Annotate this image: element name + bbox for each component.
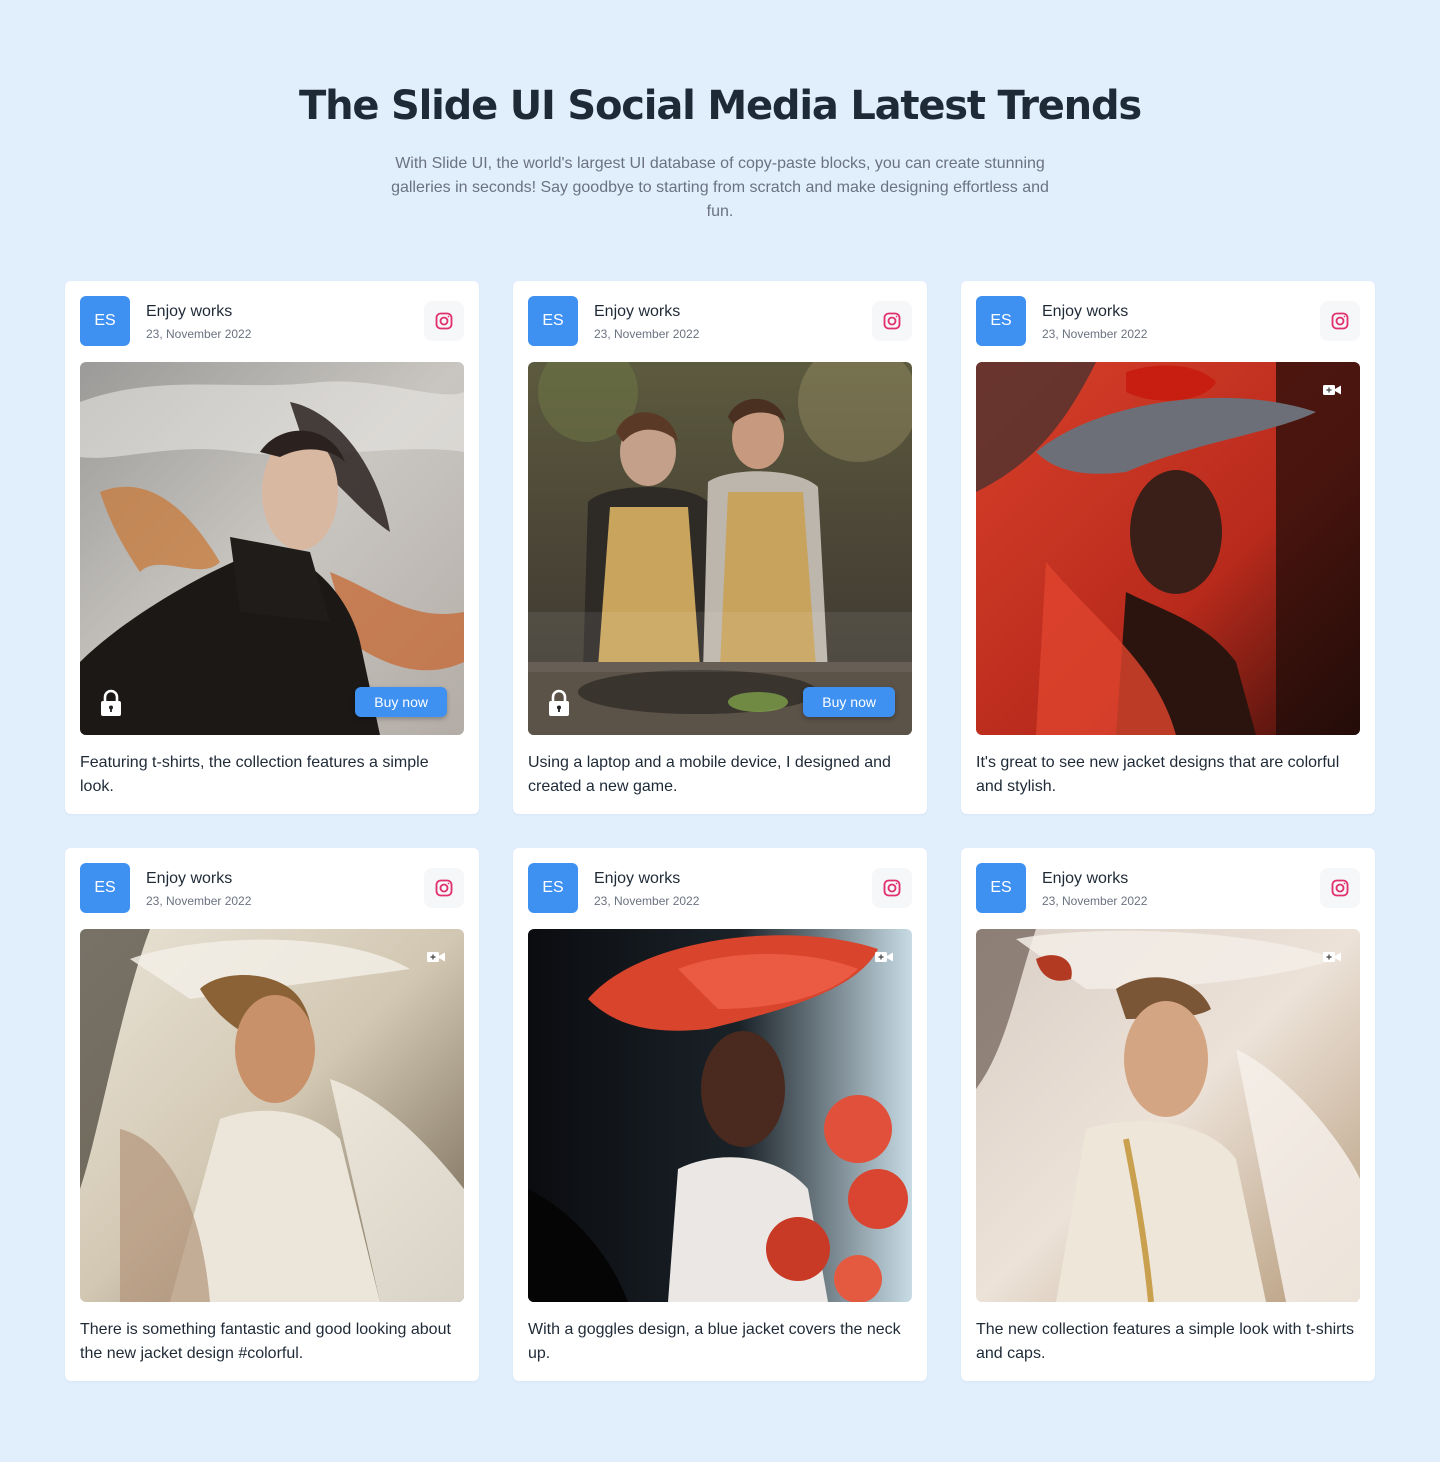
author-info: Enjoy works 23, November 2022 <box>594 302 872 341</box>
author-name[interactable]: Enjoy works <box>594 869 872 889</box>
page-title: The Slide UI Social Media Latest Trends <box>298 83 1142 129</box>
post-header: ES Enjoy works 23, November 2022 <box>80 863 464 913</box>
post-header: ES Enjoy works 23, November 2022 <box>80 296 464 346</box>
avatar[interactable]: ES <box>976 296 1026 346</box>
instagram-button[interactable] <box>1320 301 1360 341</box>
post-date: 23, November 2022 <box>1042 326 1148 341</box>
post-date: 23, November 2022 <box>146 326 252 341</box>
instagram-button[interactable] <box>424 868 464 908</box>
post-image[interactable]: Buy now <box>80 362 464 735</box>
photo-cooking-couple <box>528 362 912 735</box>
video-icon <box>1323 385 1341 395</box>
avatar[interactable]: ES <box>80 863 130 913</box>
page-description: With Slide UI, the world's largest UI da… <box>391 155 1049 220</box>
instagram-icon <box>883 879 901 897</box>
post-image[interactable] <box>80 929 464 1302</box>
post-caption: There is something fantastic and good lo… <box>80 1321 451 1362</box>
video-icon <box>1323 952 1341 962</box>
post-grid: ES Enjoy works 23, November 2022 Buy now… <box>65 281 1375 1381</box>
post-caption: It's great to see new jacket designs tha… <box>976 754 1340 795</box>
buy-now-button[interactable]: Buy now <box>355 687 447 717</box>
instagram-icon <box>435 312 453 330</box>
photo-woman-red-hat <box>976 362 1360 735</box>
photo-woman-roses <box>528 929 912 1302</box>
post-caption: Using a laptop and a mobile device, I de… <box>528 754 891 795</box>
photo-woman-white-veil <box>80 929 464 1302</box>
author-info: Enjoy works 23, November 2022 <box>1042 302 1320 341</box>
author-info: Enjoy works 23, November 2022 <box>146 302 424 341</box>
post-card: ES Enjoy works 23, November 2022 <box>65 281 479 814</box>
instagram-button[interactable] <box>424 301 464 341</box>
post-card: ES Enjoy works 23, November 2022 <box>961 281 1375 814</box>
instagram-icon <box>435 879 453 897</box>
post-header: ES Enjoy works 23, November 2022 <box>976 863 1360 913</box>
post-caption: With a goggles design, a blue jacket cov… <box>528 1321 901 1362</box>
author-name[interactable]: Enjoy works <box>1042 302 1320 322</box>
avatar[interactable]: ES <box>528 296 578 346</box>
post-date: 23, November 2022 <box>146 893 252 908</box>
author-info: Enjoy works 23, November 2022 <box>594 869 872 908</box>
post-card: ES Enjoy works 23, November 2022 <box>513 281 927 814</box>
video-icon <box>427 952 445 962</box>
video-icon <box>875 952 893 962</box>
lock-icon <box>101 689 121 716</box>
hero-section: The Slide UI Social Media Latest Trends … <box>0 0 1440 224</box>
lock-icon <box>549 689 569 716</box>
avatar[interactable]: ES <box>80 296 130 346</box>
author-name[interactable]: Enjoy works <box>146 869 424 889</box>
post-caption: Featuring t-shirts, the collection featu… <box>80 754 429 795</box>
author-info: Enjoy works 23, November 2022 <box>146 869 424 908</box>
avatar[interactable]: ES <box>528 863 578 913</box>
buy-now-button[interactable]: Buy now <box>803 687 895 717</box>
post-image[interactable]: Buy now <box>528 362 912 735</box>
avatar[interactable]: ES <box>976 863 1026 913</box>
author-name[interactable]: Enjoy works <box>594 302 872 322</box>
author-name[interactable]: Enjoy works <box>1042 869 1320 889</box>
post-date: 23, November 2022 <box>1042 893 1148 908</box>
post-image[interactable] <box>976 362 1360 735</box>
instagram-button[interactable] <box>872 868 912 908</box>
post-card: ES Enjoy works 23, November 2022 <box>65 848 479 1381</box>
post-card: ES Enjoy works 23, November 2022 <box>513 848 927 1381</box>
page: The Slide UI Social Media Latest Trends … <box>0 0 1440 1462</box>
post-card: ES Enjoy works 23, November 2022 <box>961 848 1375 1381</box>
post-image[interactable] <box>528 929 912 1302</box>
post-header: ES Enjoy works 23, November 2022 <box>976 296 1360 346</box>
post-header: ES Enjoy works 23, November 2022 <box>528 296 912 346</box>
post-date: 23, November 2022 <box>594 326 700 341</box>
instagram-button[interactable] <box>1320 868 1360 908</box>
instagram-icon <box>883 312 901 330</box>
photo-woman-flowing-hair <box>80 362 464 735</box>
post-header: ES Enjoy works 23, November 2022 <box>528 863 912 913</box>
photo-woman-sheer-veil <box>976 929 1360 1302</box>
instagram-button[interactable] <box>872 301 912 341</box>
post-date: 23, November 2022 <box>594 893 700 908</box>
post-image[interactable] <box>976 929 1360 1302</box>
instagram-icon <box>1331 312 1349 330</box>
author-name[interactable]: Enjoy works <box>146 302 424 322</box>
instagram-icon <box>1331 879 1349 897</box>
author-info: Enjoy works 23, November 2022 <box>1042 869 1320 908</box>
post-caption: The new collection features a simple loo… <box>976 1321 1354 1362</box>
